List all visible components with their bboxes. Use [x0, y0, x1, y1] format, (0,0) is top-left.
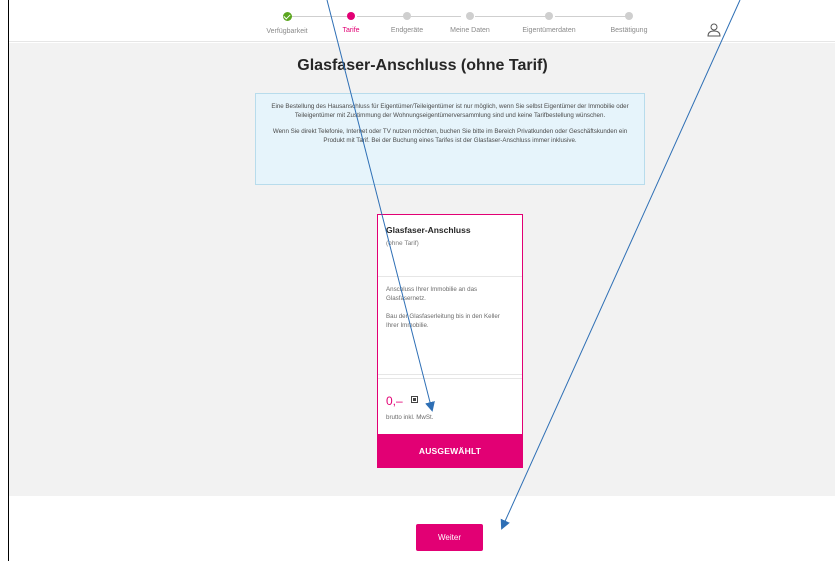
info-text: Wenn Sie direkt Telefonie, Internet oder…	[272, 128, 628, 144]
selected-button[interactable]: AUSGEWÄHLT	[377, 434, 523, 468]
step-dot	[347, 12, 355, 20]
page-title: Glasfaser-Anschluss (ohne Tarif)	[297, 57, 548, 74]
price-area: 0,– brutto inkl. MwSt.	[378, 378, 522, 437]
step-dot	[466, 12, 474, 20]
step-label: Meine Daten	[450, 27, 490, 34]
card-subtitle: (ohne Tarif)	[386, 240, 419, 247]
check-icon	[282, 12, 292, 21]
main-content: Glasfaser-Anschluss (ohne Tarif) Eine Be…	[9, 43, 835, 496]
step-dot	[545, 12, 553, 20]
step-eigentuemerdaten[interactable]: Eigentümerdaten	[509, 12, 589, 34]
user-icon[interactable]	[706, 22, 722, 38]
price-info-icon[interactable]	[411, 396, 419, 403]
step-label: Bestätigung	[610, 27, 648, 34]
top-bar: Verfügbarkeit Tarife Endgeräte Meine Dat…	[9, 0, 835, 42]
page-frame: Verfügbarkeit Tarife Endgeräte Meine Dat…	[8, 0, 835, 561]
step-bestaetigung[interactable]: Bestätigung	[589, 12, 669, 34]
step-dot	[625, 12, 633, 20]
card-header: Glasfaser-Anschluss (ohne Tarif)	[378, 215, 522, 277]
progress-stepper: Verfügbarkeit Tarife Endgeräte Meine Dat…	[247, 12, 667, 38]
card-features: Anschluss Ihrer Immobilie an das Glasfas…	[378, 277, 522, 375]
step-label: Eigentümerdaten	[522, 27, 576, 34]
product-card[interactable]: Glasfaser-Anschluss (ohne Tarif) Anschlu…	[377, 214, 523, 468]
info-box: Eine Bestellung des Hausanschluss für Ei…	[255, 93, 645, 185]
info-text: Eine Bestellung des Hausanschluss für Ei…	[271, 103, 629, 119]
next-button[interactable]: Weiter	[416, 524, 483, 551]
step-meine-daten[interactable]: Meine Daten	[430, 12, 510, 34]
price-note: brutto inkl. MwSt.	[386, 414, 434, 421]
feature-text: Bau der Glasfaserleitung bis in den Kell…	[386, 313, 500, 329]
price-value: 0,–	[386, 394, 403, 408]
card-title: Glasfaser-Anschluss	[386, 225, 471, 235]
feature-text: Anschluss Ihrer Immobilie an das Glasfas…	[386, 286, 478, 302]
step-dot	[403, 12, 411, 20]
